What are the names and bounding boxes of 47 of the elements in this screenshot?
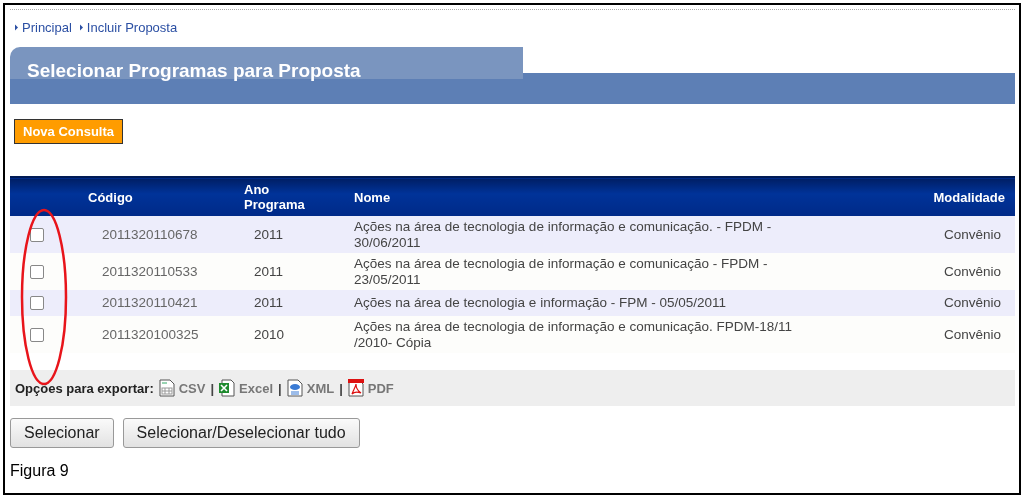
breadcrumb-link[interactable]: Principal: [15, 19, 72, 35]
table-cell-text: Ações na área de tecnologia e informação - FPM - 05/05/2011: [354, 295, 727, 311]
table-cell: 2011: [254, 263, 284, 279]
table-cell-text: 2011320100325: [101, 326, 199, 342]
export-link[interactable]: CSV: [158, 379, 206, 397]
row-checkbox[interactable]: [30, 264, 44, 279]
column-header: Nome: [354, 189, 391, 205]
table-cell-text: Ações na área de tecnologia de informação e comunicação. FPDM-18/11 /2010- Cópia: [354, 318, 793, 351]
export-link[interactable]: Excel: [219, 379, 274, 397]
table-cell-text: 2011320110421: [101, 295, 198, 310]
row-checkbox[interactable]: [30, 296, 44, 311]
export-link[interactable]: XML: [286, 379, 335, 397]
separator: |: [210, 380, 215, 396]
row-checkbox[interactable]: [30, 227, 44, 242]
table-cell-text: Ações na área de tecnologia de informação e comunicação. - FPDM - 30/06/2011: [354, 218, 773, 251]
excel-file-icon: [219, 379, 236, 397]
separator: |: [339, 380, 343, 396]
table-cell: 2010: [254, 326, 285, 342]
column-header: Modalidade: [933, 189, 1005, 205]
table-row[interactable]: 2011320100325 2010 Ações na área de tecnologia de informação e comunicação. FPDM-18/11 /2010- Cópia Convênio: [10, 316, 1015, 353]
xml-file-icon: [286, 379, 303, 397]
column-header: Código: [88, 189, 133, 205]
arrow-icon: [15, 23, 18, 31]
breadcrumb-link[interactable]: Incluir Proposta: [79, 19, 178, 35]
table-cell: 2011: [254, 226, 284, 242]
table-cell: Convênio: [943, 295, 1001, 310]
export-label: Opções para exportar:: [15, 380, 154, 396]
table-cell-text: 2011320110678: [101, 226, 198, 242]
column-header: Ano Programa: [244, 182, 306, 212]
table-row[interactable]: 2011320110533 2011 Ações na área de tecnologia de informação e comunicação - FPDM - 23/05/2011 Convênio: [10, 253, 1015, 290]
row-checkbox[interactable]: [30, 327, 44, 342]
spreadsheet-file-icon: [158, 379, 175, 397]
table-cell-text: 2011320110533: [101, 263, 198, 279]
arrow-icon: [79, 23, 83, 31]
table-cell: Convênio: [943, 226, 1001, 242]
table-row[interactable]: 2011320110678 2011 Ações na área de tecnologia de informação e comunicação. - FPDM - 30/06/2011 Convênio: [10, 216, 1015, 253]
pdf-file-icon: [347, 379, 364, 397]
export-link[interactable]: PDF: [347, 379, 394, 397]
table-cell: Convênio: [943, 263, 1001, 279]
action-button[interactable]: Selecionar/Deselecionar tudo: [122, 418, 360, 448]
separator: |: [278, 380, 282, 396]
action-button[interactable]: Selecionar: [10, 418, 114, 448]
table-cell-text: Ações na área de tecnologia de informação e comunicação - FPDM - 23/05/2011: [354, 255, 769, 288]
table-cell: 2011: [254, 295, 284, 310]
table-cell: Convênio: [943, 326, 1001, 342]
figure-caption: Figura 9: [10, 462, 70, 480]
page-title: Selecionar Programas para Proposta: [27, 60, 362, 82]
